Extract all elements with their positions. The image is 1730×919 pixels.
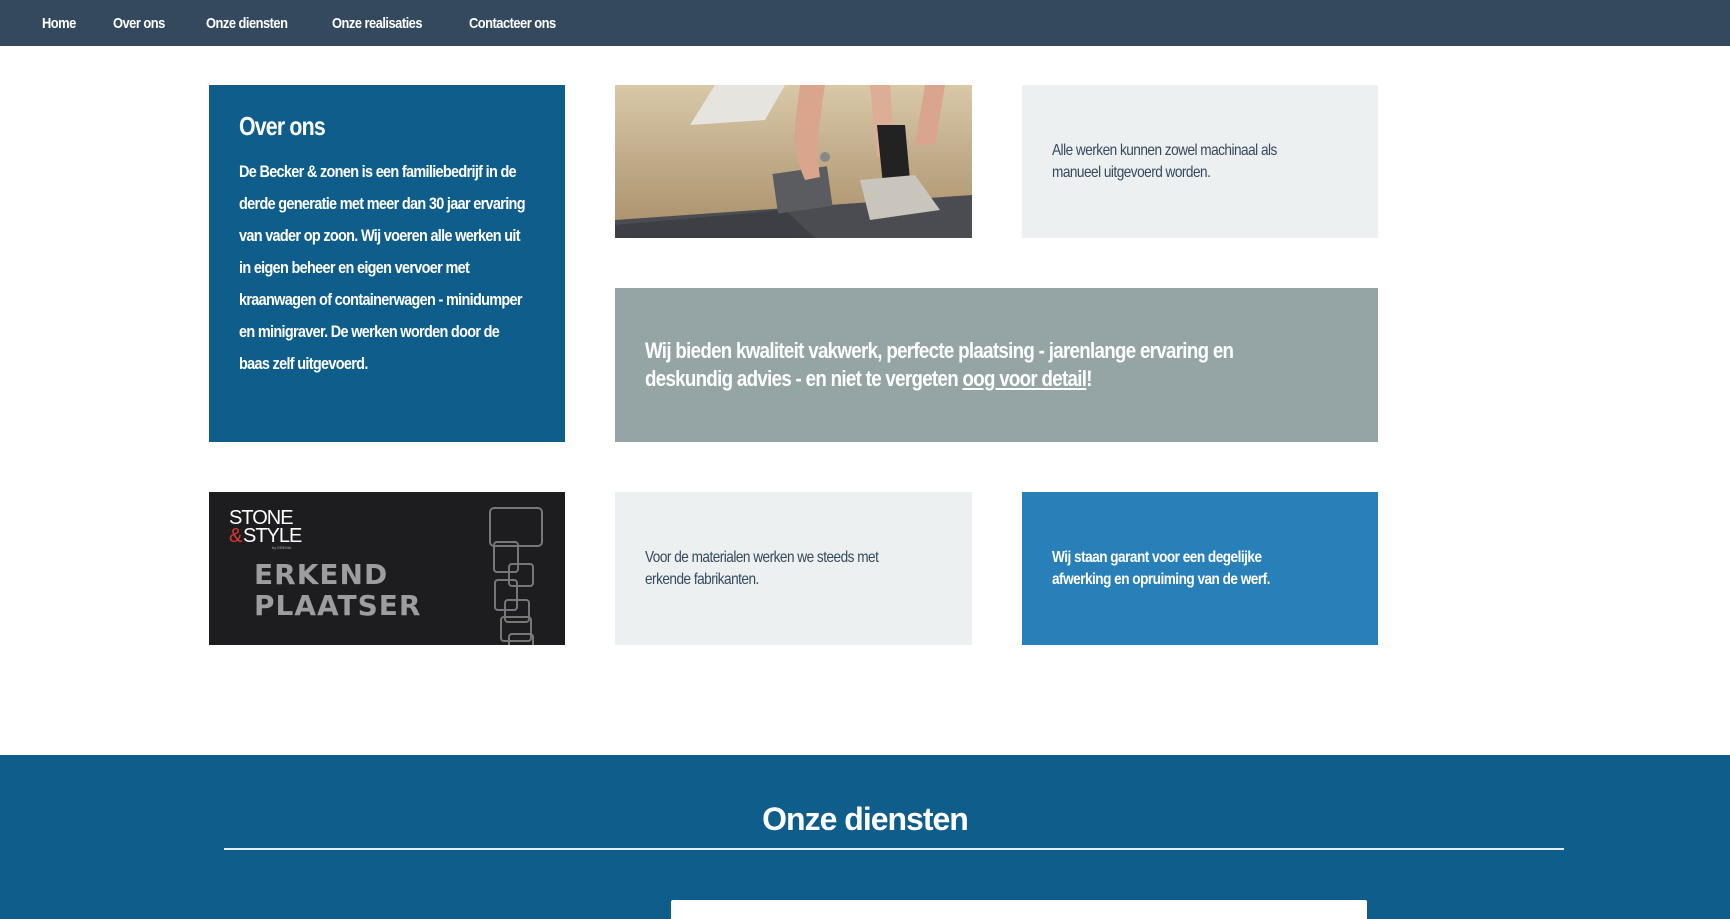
quote-text-after: ! (1086, 366, 1092, 391)
nav-onze-diensten-link[interactable]: Onze diensten (206, 15, 288, 32)
logo-by-text: by EBEMA (272, 545, 292, 550)
quote-text-before: Wij bieden kwaliteit vakwerk, perfecte p… (645, 338, 1234, 391)
quality-quote-tile: Wij bieden kwaliteit vakwerk, perfecte p… (615, 288, 1378, 442)
paving-photo-illustration (615, 85, 972, 238)
materials-info-tile: Voor de materialen werken we steeds met … (615, 492, 972, 645)
logo-plaatser-text: PLAATSER (254, 589, 421, 622)
nav-over-ons-link[interactable]: Over ons (113, 15, 165, 32)
about-text: De Becker & zonen is een familiebedrijf … (239, 162, 526, 373)
service-card[interactable] (671, 900, 1367, 919)
nav-onze-realisaties-link[interactable]: Onze realisaties (332, 15, 423, 32)
services-title: Onze diensten (762, 801, 969, 837)
materials-info-text: Voor de materialen werken we steeds met … (645, 548, 879, 588)
quality-quote-text: Wij bieden kwaliteit vakwerk, perfecte p… (645, 337, 1243, 393)
guarantee-info-tile: Wij staan garant voor een degelijke afwe… (1022, 492, 1378, 645)
detail-link[interactable]: oog voor detail (962, 366, 1087, 391)
machine-info-text: Alle werken kunnen zowel machinaal als m… (1052, 141, 1277, 181)
paving-worker-photo (615, 85, 972, 238)
services-divider (224, 848, 1564, 850)
nav-home-link[interactable]: Home (42, 15, 76, 32)
logo-style-text: STYLE (243, 525, 302, 547)
nav-contacteer-ons-link[interactable]: Contacteer ons (469, 15, 556, 32)
logo-erkend-text: ERKEND (254, 558, 388, 591)
machine-info-tile: Alle werken kunnen zowel machinaal als m… (1022, 85, 1378, 238)
services-section: Onze diensten (0, 755, 1730, 919)
about-tile: Over ons De Becker & zonen is een famili… (209, 85, 565, 442)
logo-amp-text: & (229, 525, 243, 547)
top-navigation: Home Over ons Onze diensten Onze realisa… (0, 0, 1730, 46)
guarantee-info-text: Wij staan garant voor een degelijke afwe… (1052, 548, 1270, 588)
erkend-plaatser-logo: STONE & STYLE by EBEMA ERKEND PLAATSER (209, 492, 565, 645)
about-title: Over ons (239, 111, 326, 141)
stone-style-logo-graphic: STONE & STYLE by EBEMA ERKEND PLAATSER (229, 507, 543, 645)
